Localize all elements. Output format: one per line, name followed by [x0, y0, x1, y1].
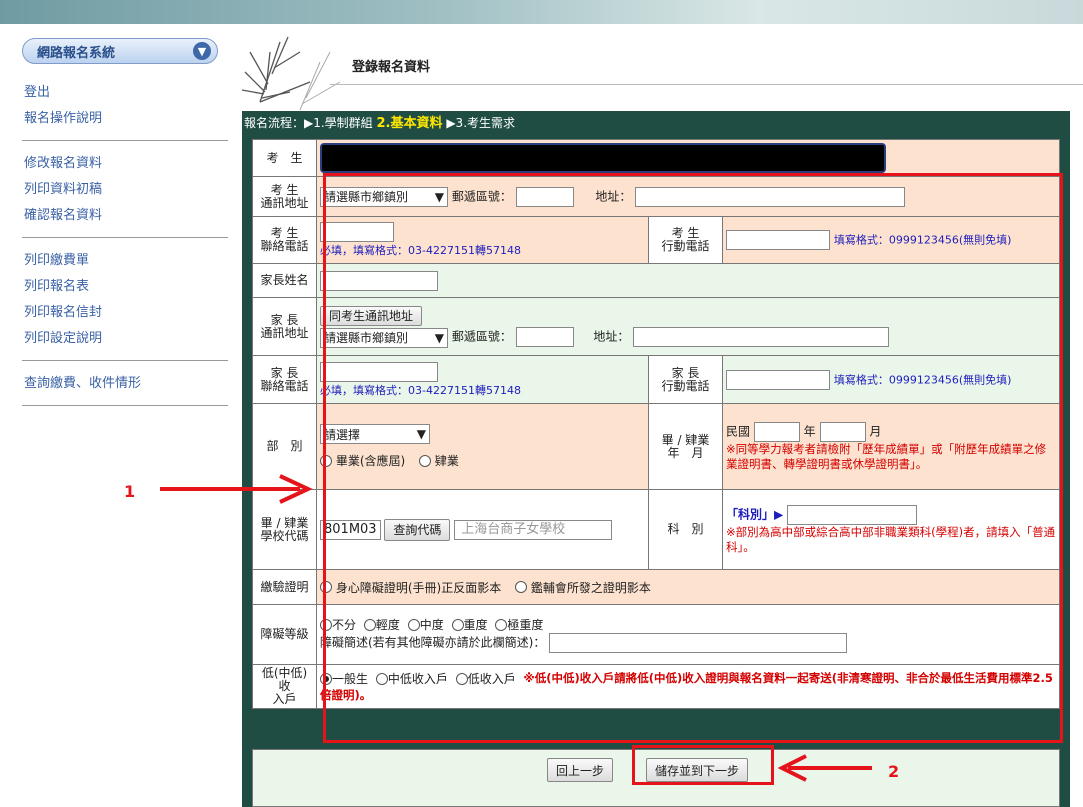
pine-logo-icon [241, 36, 341, 111]
sidebar-item-print-draft[interactable]: 列印資料初稿 [24, 177, 228, 203]
sidebar-item-print-form[interactable]: 列印報名表 [24, 274, 228, 300]
callout-number-1: 1 [124, 482, 136, 501]
sidebar-item-print-envelope[interactable]: 列印報名信封 [24, 300, 228, 326]
examinee-label: 考 生 [252, 139, 317, 177]
parent-address-label: 家 長 通訊地址 [252, 297, 317, 356]
back-button[interactable]: 回上一步 [547, 758, 614, 782]
parent-phone-label: 家 長 聯絡電話 [252, 355, 317, 404]
sidebar-item-confirm[interactable]: 確認報名資料 [24, 203, 228, 229]
flow-current-step: 2.基本資料 [376, 116, 443, 131]
top-banner [0, 0, 1083, 24]
highlight-box-save [632, 745, 774, 785]
divider [22, 237, 228, 238]
divider [330, 84, 1083, 85]
sidebar-item-logout[interactable]: 登出 [24, 80, 228, 106]
arrow-left-icon [778, 754, 872, 782]
disability-label: 障礙等級 [252, 604, 317, 665]
system-label: 網路報名系統 [37, 45, 116, 61]
sidebar-item-query-payment[interactable]: 查詢繳費、收件情形 [24, 371, 228, 397]
divider [22, 360, 228, 361]
sidebar-item-edit[interactable]: 修改報名資料 [24, 151, 228, 177]
chevron-down-icon[interactable]: ▼ [193, 42, 211, 60]
sidebar-item-print-bill[interactable]: 列印繳費單 [24, 248, 228, 274]
callout-number-2: 2 [888, 762, 900, 781]
income-label: 低(中低)收 入戶 [252, 664, 317, 709]
sidebar-item-print-settings[interactable]: 列印設定說明 [24, 326, 228, 352]
proof-label: 繳驗證明 [252, 569, 317, 605]
page-title: 登錄報名資料 [352, 60, 431, 75]
examinee-cell [316, 139, 1060, 177]
phone-label: 考 生 聯絡電話 [252, 216, 317, 264]
flow-next-step: ▶3.考生需求 [446, 116, 516, 130]
divider [22, 140, 228, 141]
system-menu-button[interactable]: 網路報名系統 ▼ [22, 38, 218, 64]
highlight-box-form [323, 173, 1063, 743]
divider [22, 405, 228, 406]
sidebar: 網路報名系統 ▼ 登出 報名操作說明 修改報名資料 列印資料初稿 確認報名資料 … [22, 38, 228, 416]
address-label: 考 生 通訊地址 [252, 176, 317, 217]
process-breadcrumb: 報名流程：▶1.學制群組 2.基本資料 ▶3.考生需求 [242, 111, 1070, 135]
arrow-right-icon [160, 474, 313, 504]
redacted-name [320, 143, 886, 173]
parent-name-label: 家長姓名 [252, 263, 317, 298]
sidebar-item-guide[interactable]: 報名操作說明 [24, 106, 228, 132]
flow-prefix: 報名流程：▶1.學制群組 [244, 116, 373, 130]
